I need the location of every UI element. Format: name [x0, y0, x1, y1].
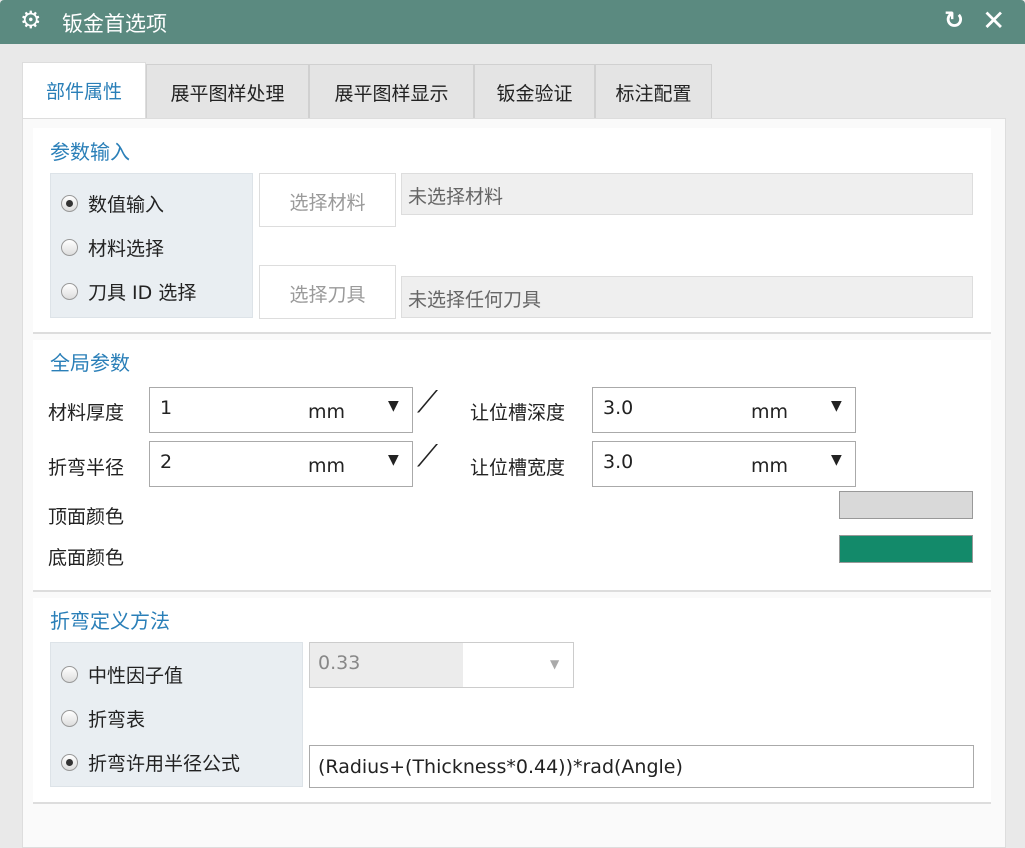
chevron-down-icon[interactable]: ▼ [550, 657, 559, 671]
gear-icon: ⚙ [20, 6, 42, 34]
radio-button[interactable] [61, 283, 78, 300]
thickness-input[interactable]: 1 mm ▼ [149, 387, 413, 433]
tab-sheetmetal-validation[interactable]: 钣金验证 [474, 64, 595, 119]
radio-label: 刀具 ID 选择 [88, 282, 197, 304]
relief-width-input[interactable]: 3.0 mm ▼ [592, 441, 856, 487]
tab-annotation-config[interactable]: 标注配置 [595, 64, 712, 119]
global-params-group: 全局参数 材料厚度 1 mm ▼ ⟋ 让位槽深度 3.0 mm ▼ 折弯半径 2… [33, 340, 991, 592]
select-material-button[interactable]: 选择材料 [259, 173, 396, 227]
chevron-down-icon[interactable]: ▼ [831, 452, 842, 468]
bottom-color-label: 底面颜色 [48, 547, 125, 569]
radio-label: 数值输入 [88, 194, 165, 216]
group-title: 全局参数 [50, 351, 130, 375]
bend-method-radio-panel: 中性因子值 折弯表 折弯许用半径公式 [50, 642, 303, 787]
chevron-down-icon[interactable]: ▼ [388, 452, 399, 468]
chevron-down-icon[interactable]: ▼ [831, 398, 842, 414]
radio-button[interactable] [61, 666, 78, 683]
radio-label: 中性因子值 [88, 665, 184, 687]
title-bar: ⚙ 钣金首选项 ↻ ✕ [0, 0, 1025, 44]
value: 3.0 [603, 397, 634, 419]
input-mode-radio-panel: 数值输入 材料选择 刀具 ID 选择 [50, 173, 253, 318]
bend-radius-label: 折弯半径 [48, 457, 125, 479]
unit-dropdown[interactable]: mm [308, 401, 345, 423]
param-input-group: 参数输入 数值输入 材料选择 刀具 ID 选择 选择材料 未选择材料 选择刀具 … [33, 128, 991, 334]
formula-input[interactable]: (Radius+(Thickness*0.44))*rad(Angle) [309, 745, 974, 788]
relief-depth-icon: ⟋ [417, 385, 438, 420]
relief-width-label: 让位槽宽度 [470, 457, 566, 479]
radio-button[interactable] [61, 239, 78, 256]
radio-material-select[interactable]: 材料选择 [61, 234, 164, 261]
k-factor-dropdown[interactable]: 0.33 ▼ [309, 642, 574, 688]
radio-tool-id-select[interactable]: 刀具 ID 选择 [61, 278, 196, 305]
bottom-color-swatch[interactable] [839, 535, 973, 563]
radio-label: 折弯许用半径公式 [88, 753, 241, 775]
top-color-swatch[interactable] [839, 491, 973, 519]
tab-flat-pattern-display[interactable]: 展平图样显示 [309, 64, 474, 119]
reset-icon[interactable]: ↻ [944, 6, 964, 34]
thickness-label: 材料厚度 [48, 402, 125, 424]
tab-flat-pattern-treatment[interactable]: 展平图样处理 [146, 64, 309, 119]
unit-dropdown[interactable]: mm [308, 455, 345, 477]
value: 2 [160, 451, 173, 473]
radio-label: 材料选择 [88, 238, 165, 260]
radio-bend-formula[interactable]: 折弯许用半径公式 [61, 749, 240, 776]
relief-width-icon: ⟋ [417, 439, 438, 474]
k-factor-value: 0.33 [318, 652, 361, 674]
relief-depth-label: 让位槽深度 [470, 402, 566, 424]
bend-method-group: 折弯定义方法 中性因子值 折弯表 折弯许用半径公式 0.33 ▼ (Radius… [33, 598, 991, 804]
radio-label: 折弯表 [88, 709, 146, 731]
radio-numeric-input[interactable]: 数值输入 [61, 190, 164, 217]
window-title: 钣金首选项 [62, 12, 167, 36]
group-title: 折弯定义方法 [50, 609, 170, 633]
value: 3.0 [603, 451, 634, 473]
unit-dropdown[interactable]: mm [751, 455, 788, 477]
radio-button[interactable] [61, 754, 78, 771]
select-tool-button[interactable]: 选择刀具 [259, 265, 396, 319]
relief-depth-input[interactable]: 3.0 mm ▼ [592, 387, 856, 433]
tab-part-properties[interactable]: 部件属性 [22, 62, 146, 120]
radio-k-factor[interactable]: 中性因子值 [61, 661, 183, 688]
bend-radius-input[interactable]: 2 mm ▼ [149, 441, 413, 487]
tool-field: 未选择任何刀具 [401, 276, 973, 318]
unit-dropdown[interactable]: mm [751, 401, 788, 423]
radio-button[interactable] [61, 195, 78, 212]
chevron-down-icon[interactable]: ▼ [388, 398, 399, 414]
value: 1 [160, 397, 173, 419]
close-icon[interactable]: ✕ [982, 4, 1005, 37]
top-color-label: 顶面颜色 [48, 506, 125, 528]
radio-bend-table[interactable]: 折弯表 [61, 705, 145, 732]
material-field: 未选择材料 [401, 173, 973, 215]
radio-button[interactable] [61, 710, 78, 727]
group-title: 参数输入 [50, 140, 130, 164]
